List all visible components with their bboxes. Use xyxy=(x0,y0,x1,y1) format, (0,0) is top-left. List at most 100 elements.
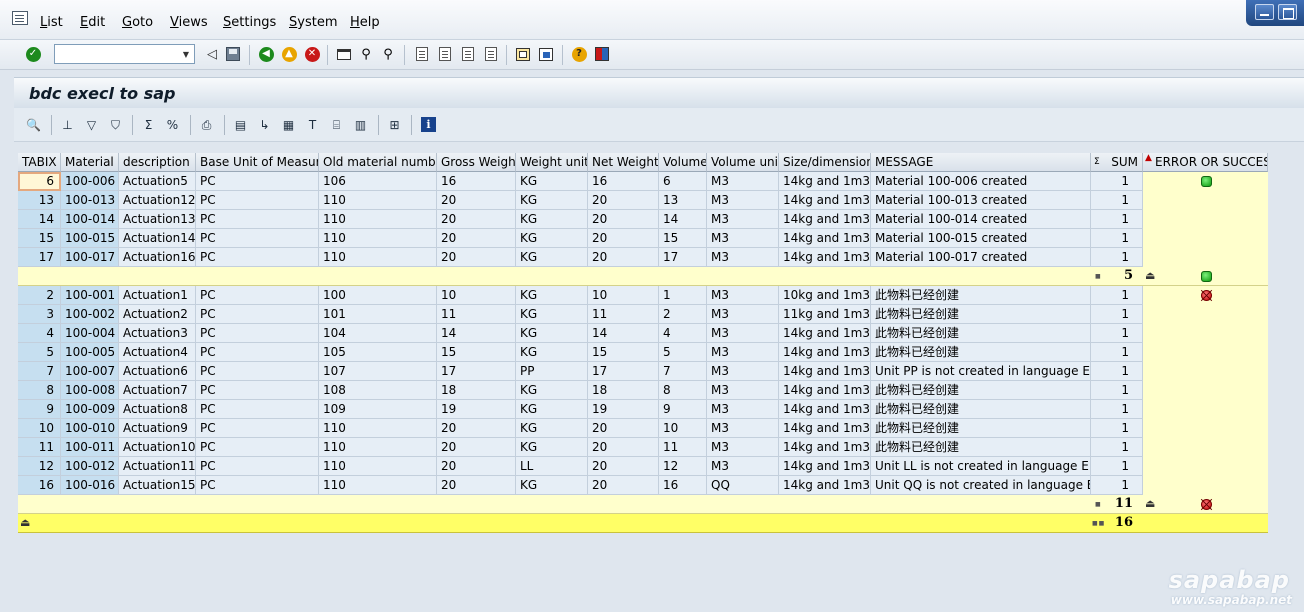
previous-page-icon[interactable] xyxy=(436,45,454,63)
column-header-weight-unit[interactable]: Weight unit xyxy=(516,153,588,172)
cell-net-weight[interactable]: 17 xyxy=(588,362,659,381)
cell-message[interactable]: Material 100-006 created xyxy=(871,172,1091,191)
cell-description[interactable]: Actuation7 xyxy=(119,381,196,400)
cell-size[interactable]: 14kg and 1m3 xyxy=(779,172,871,191)
cell-sum[interactable]: 1 xyxy=(1091,172,1143,191)
cell-sum[interactable]: 1 xyxy=(1091,286,1143,305)
cell-description[interactable]: Actuation12 xyxy=(119,191,196,210)
word-processing-icon[interactable]: T xyxy=(304,116,321,133)
cell-volume[interactable]: 13 xyxy=(659,191,707,210)
cell-volume-unit[interactable]: M3 xyxy=(707,457,779,476)
cell-volume[interactable]: 11 xyxy=(659,438,707,457)
grand-total-row[interactable]: ⏏ ■■ 16 xyxy=(18,514,1268,533)
minimize-icon[interactable] xyxy=(1255,4,1274,20)
print-preview-icon[interactable]: ⎙ xyxy=(198,116,215,133)
cell-description[interactable]: Actuation2 xyxy=(119,305,196,324)
cell-old-material[interactable]: 106 xyxy=(319,172,437,191)
column-header-net-weight[interactable]: Net Weight xyxy=(588,153,659,172)
menu-views[interactable]: Views xyxy=(170,15,208,30)
cell-weight-unit[interactable]: KG xyxy=(516,210,588,229)
cell-message[interactable]: 此物料已经创建 xyxy=(871,419,1091,438)
cell-volume[interactable]: 5 xyxy=(659,343,707,362)
enter-check-icon[interactable]: ✓ xyxy=(24,45,42,63)
spreadsheet-icon[interactable]: ▦ xyxy=(280,116,297,133)
cell-gross-weight[interactable]: 18 xyxy=(437,381,516,400)
menu-list-icon[interactable] xyxy=(12,11,28,25)
cell-base-unit[interactable]: PC xyxy=(196,457,319,476)
cell-weight-unit[interactable]: KG xyxy=(516,172,588,191)
cell-volume-unit[interactable]: M3 xyxy=(707,210,779,229)
subtotal-expand-icon[interactable]: ⏏ xyxy=(1145,497,1155,510)
cell-description[interactable]: Actuation6 xyxy=(119,362,196,381)
cell-sum[interactable]: 1 xyxy=(1091,362,1143,381)
table-row[interactable]: 16 100-016 Actuation15 PC 110 20 KG 20 16 QQ 14kg … xyxy=(18,476,1268,495)
cell-volume-unit[interactable]: M3 xyxy=(707,419,779,438)
cell-weight-unit[interactable]: KG xyxy=(516,400,588,419)
table-row[interactable]: 17 100-017 Actuation16 PC 110 20 KG 20 17 M3 14kg … xyxy=(18,248,1268,267)
layout-icon[interactable] xyxy=(593,45,611,63)
column-header-material[interactable]: Material xyxy=(61,153,119,172)
column-header-sum[interactable]: Σ SUM xyxy=(1091,153,1143,172)
cell-weight-unit[interactable]: KG xyxy=(516,191,588,210)
cell-gross-weight[interactable]: 20 xyxy=(437,210,516,229)
column-header-message[interactable]: MESSAGE xyxy=(871,153,1091,172)
cell-base-unit[interactable]: PC xyxy=(196,305,319,324)
cell-gross-weight[interactable]: 20 xyxy=(437,229,516,248)
menu-system[interactable]: System xyxy=(289,15,338,30)
cell-tabix[interactable]: 15 xyxy=(18,229,61,248)
cell-size[interactable]: 14kg and 1m3 xyxy=(779,248,871,267)
cell-base-unit[interactable]: PC xyxy=(196,476,319,495)
cell-material[interactable]: 100-012 xyxy=(61,457,119,476)
cell-sum[interactable]: 1 xyxy=(1091,381,1143,400)
cell-net-weight[interactable]: 19 xyxy=(588,400,659,419)
sort-ascending-icon[interactable]: ⊥ xyxy=(59,116,76,133)
menu-help[interactable]: Help xyxy=(350,15,380,30)
cell-material[interactable]: 100-016 xyxy=(61,476,119,495)
cell-old-material[interactable]: 110 xyxy=(319,248,437,267)
layout-grid-icon[interactable]: ⊞ xyxy=(386,116,403,133)
cell-volume-unit[interactable]: M3 xyxy=(707,343,779,362)
table-row[interactable]: 9 100-009 Actuation8 PC 109 19 KG 19 9 M3 14kg and… xyxy=(18,400,1268,419)
cell-message[interactable]: 此物料已经创建 xyxy=(871,305,1091,324)
cell-volume-unit[interactable]: M3 xyxy=(707,248,779,267)
column-header-gross-weight[interactable]: Gross Weight xyxy=(437,153,516,172)
graphic-icon[interactable]: ▥ xyxy=(352,116,369,133)
cell-material[interactable]: 100-011 xyxy=(61,438,119,457)
cell-sum[interactable]: 1 xyxy=(1091,457,1143,476)
table-row[interactable]: 10 100-010 Actuation9 PC 110 20 KG 20 10 M3 14kg a… xyxy=(18,419,1268,438)
cell-size[interactable]: 11kg and 1m3 xyxy=(779,305,871,324)
cell-description[interactable]: Actuation14 xyxy=(119,229,196,248)
cell-old-material[interactable]: 104 xyxy=(319,324,437,343)
command-field[interactable]: ▼ xyxy=(54,44,195,64)
cell-old-material[interactable]: 105 xyxy=(319,343,437,362)
cell-message[interactable]: 此物料已经创建 xyxy=(871,438,1091,457)
cell-gross-weight[interactable]: 11 xyxy=(437,305,516,324)
cell-weight-unit[interactable]: KG xyxy=(516,438,588,457)
column-header-volume-unit[interactable]: Volume unit xyxy=(707,153,779,172)
cell-net-weight[interactable]: 16 xyxy=(588,172,659,191)
cell-sum[interactable]: 1 xyxy=(1091,305,1143,324)
cell-base-unit[interactable]: PC xyxy=(196,381,319,400)
cell-gross-weight[interactable]: 20 xyxy=(437,438,516,457)
cell-old-material[interactable]: 110 xyxy=(319,419,437,438)
cell-base-unit[interactable]: PC xyxy=(196,172,319,191)
cell-message[interactable]: Material 100-017 created xyxy=(871,248,1091,267)
cell-tabix[interactable]: 12 xyxy=(18,457,61,476)
table-row[interactable]: 14 100-014 Actuation13 PC 110 20 KG 20 14 M3 14kg … xyxy=(18,210,1268,229)
cell-weight-unit[interactable]: KG xyxy=(516,476,588,495)
last-page-icon[interactable] xyxy=(482,45,500,63)
cell-material[interactable]: 100-006 xyxy=(61,172,119,191)
cell-volume-unit[interactable]: M3 xyxy=(707,172,779,191)
print-icon[interactable] xyxy=(335,45,353,63)
cell-material[interactable]: 100-001 xyxy=(61,286,119,305)
cell-size[interactable]: 14kg and 1m3 xyxy=(779,324,871,343)
cell-weight-unit[interactable]: KG xyxy=(516,343,588,362)
cell-tabix[interactable]: 10 xyxy=(18,419,61,438)
cell-description[interactable]: Actuation9 xyxy=(119,419,196,438)
table-row[interactable]: 3 100-002 Actuation2 PC 101 11 KG 11 2 M3 11kg and… xyxy=(18,305,1268,324)
cell-volume[interactable]: 15 xyxy=(659,229,707,248)
cell-description[interactable]: Actuation13 xyxy=(119,210,196,229)
cell-volume[interactable]: 1 xyxy=(659,286,707,305)
cell-description[interactable]: Actuation10 xyxy=(119,438,196,457)
cell-volume-unit[interactable]: M3 xyxy=(707,324,779,343)
